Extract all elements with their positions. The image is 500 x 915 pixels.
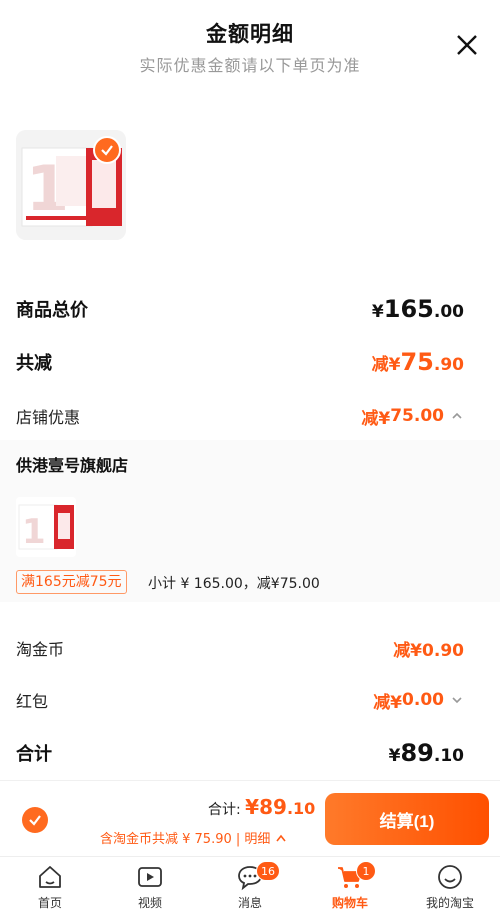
tab-messages[interactable]: 消息 16	[200, 857, 300, 915]
check-icon	[29, 815, 41, 826]
total-reduce-label: 共减	[16, 353, 52, 374]
total-label: 合计	[16, 744, 52, 765]
total-reduce-value: 减¥75.90	[371, 348, 464, 376]
home-icon	[39, 865, 61, 888]
product-selected-checkbox[interactable]	[93, 136, 121, 164]
bottom-tab-bar: 首页 视频 消息 16 购物车 1 我的淘宝	[0, 856, 500, 915]
tab-cart-label: 购物车	[331, 895, 368, 910]
cart-badge: 1	[356, 861, 376, 881]
total-value: ¥89.10	[388, 739, 464, 767]
tab-messages-label: 消息	[237, 895, 262, 910]
tab-video[interactable]: 视频	[100, 857, 200, 915]
store-discount-value: 减¥ 75.00	[361, 404, 464, 429]
coins-value: 减¥0.90	[393, 640, 464, 661]
goods-total-row: 商品总价 ¥165.00	[16, 293, 464, 325]
bottom-total: 合计: ¥89.10	[208, 795, 316, 819]
redpacket-value: 减¥ 0.00	[373, 688, 464, 713]
goods-total-label: 商品总价	[16, 300, 88, 321]
messages-badge: 16	[256, 861, 280, 881]
tab-profile[interactable]: 我的淘宝	[400, 857, 500, 915]
redpacket-row[interactable]: 红包 减¥ 0.00	[16, 684, 464, 716]
discount-detail-link[interactable]: 含淘金币共减 ¥ 75.90 | 明细	[100, 828, 287, 847]
tab-cart[interactable]: 购物车 1	[300, 857, 400, 915]
select-all-checkbox[interactable]	[22, 807, 48, 833]
chevron-up-icon[interactable]	[450, 409, 464, 423]
store-discount-label: 店铺优惠	[16, 408, 81, 427]
redpacket-label: 红包	[16, 692, 49, 711]
chevron-down-icon[interactable]	[450, 693, 464, 707]
promo-tag: 满165元减75元	[16, 570, 127, 594]
svg-text:1: 1	[22, 512, 46, 552]
page-subtitle: 实际优惠金额请以下单页为准	[139, 56, 361, 75]
total-reduce-row: 共减 减¥75.90	[16, 346, 464, 378]
goods-total-value: ¥165.00	[371, 295, 464, 323]
check-icon	[101, 145, 113, 156]
chevron-up-icon	[275, 834, 286, 842]
shop-name[interactable]: 供港壹号旗舰店	[16, 452, 128, 476]
tab-home-label: 首页	[37, 895, 62, 910]
close-icon[interactable]	[452, 30, 482, 60]
tab-profile-label: 我的淘宝	[425, 895, 474, 910]
shop-subtotal: 小计 ¥ 165.00，减¥75.00	[148, 576, 320, 592]
checkout-button[interactable]: 结算(1)	[325, 793, 489, 845]
video-icon	[138, 866, 162, 887]
total-row: 合计 ¥89.10	[16, 736, 464, 770]
header: 金额明细 实际优惠金额请以下单页为准	[0, 0, 500, 90]
coins-label: 淘金币	[16, 640, 65, 659]
tab-home[interactable]: 首页	[0, 857, 100, 915]
tab-video-label: 视频	[137, 895, 162, 910]
coins-row: 淘金币 减¥0.90	[16, 632, 464, 664]
profile-icon	[438, 864, 462, 889]
page-title: 金额明细	[206, 22, 294, 46]
shop-product-thumbnail[interactable]: 1	[16, 497, 76, 557]
store-discount-row[interactable]: 店铺优惠 减¥ 75.00	[16, 400, 464, 432]
